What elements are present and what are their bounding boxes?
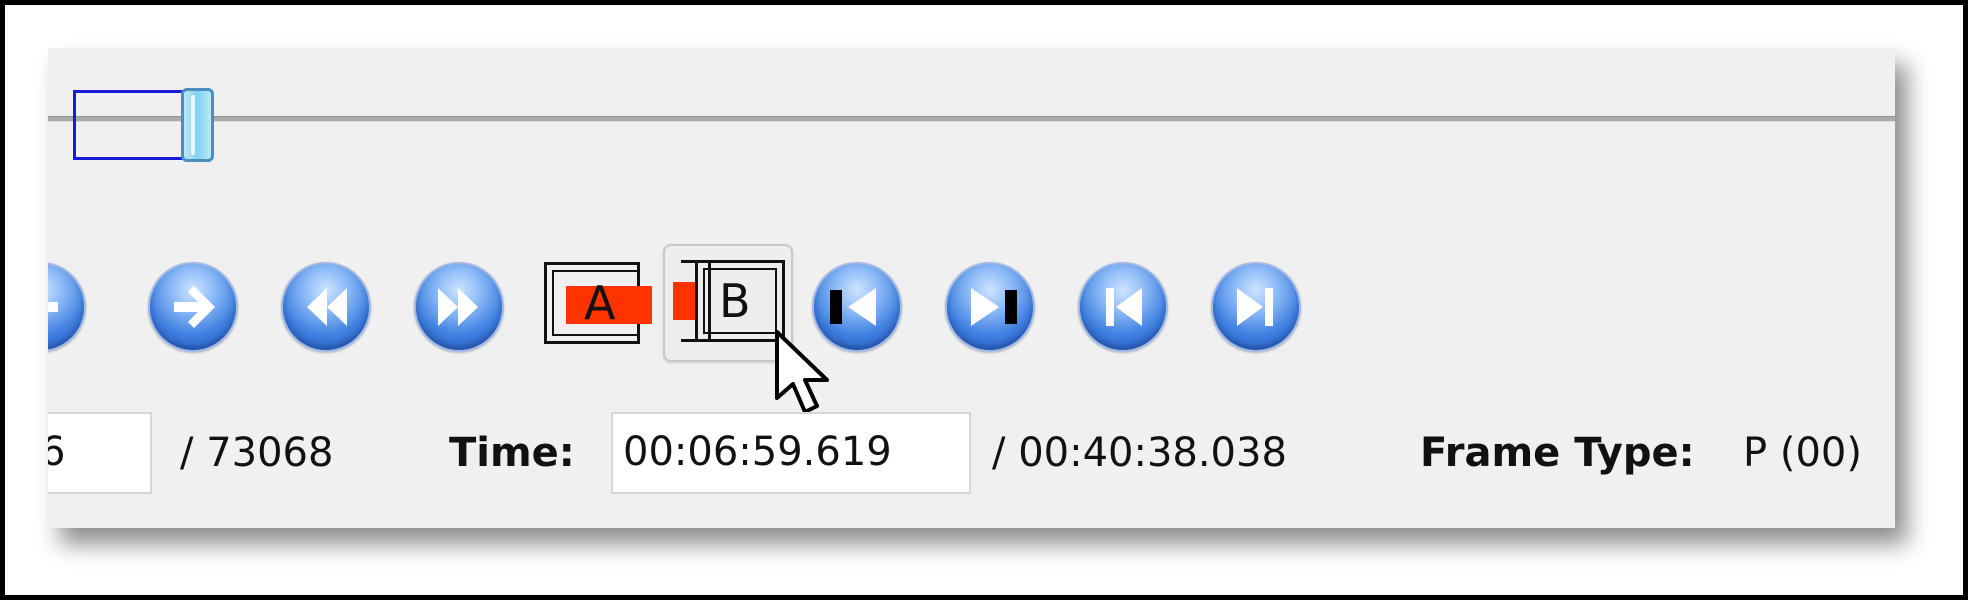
seek-slider-track[interactable] <box>48 116 1895 122</box>
mouse-cursor-icon <box>775 330 829 414</box>
next-frame-button[interactable] <box>148 262 238 352</box>
arrow-right-icon <box>174 286 215 328</box>
previous-frame-button[interactable] <box>48 262 86 352</box>
rewind-icon <box>307 288 347 326</box>
rewind-button[interactable] <box>281 262 371 352</box>
marker-a-label: A <box>584 276 616 330</box>
time-label: Time: <box>449 430 575 476</box>
next-keyframe-icon <box>1237 288 1273 326</box>
goto-end-marker-icon <box>971 288 1017 326</box>
marker-b-label: B <box>719 274 751 328</box>
seek-slider-thumb[interactable] <box>181 88 214 162</box>
navigation-panel: A B 6 / 73068 Time: 00:06:59.619 / 00:40… <box>48 48 1895 528</box>
goto-marker-b-button[interactable] <box>945 262 1035 352</box>
fast-forward-button[interactable] <box>414 262 504 352</box>
time-total: / 00:40:38.038 <box>992 430 1287 476</box>
arrow-left-icon <box>48 302 58 312</box>
time-value: 00:06:59.619 <box>623 429 892 475</box>
next-keyframe-button[interactable] <box>1211 262 1301 352</box>
frame-number-value: 6 <box>48 429 66 475</box>
screenshot-frame: A B 6 / 73068 Time: 00:06:59.619 / 00:40… <box>0 0 1968 600</box>
frame-number-field[interactable]: 6 <box>48 412 152 494</box>
time-field[interactable]: 00:06:59.619 <box>611 412 971 494</box>
previous-keyframe-button[interactable] <box>1078 262 1168 352</box>
previous-keyframe-icon <box>1106 288 1142 326</box>
selection-range <box>73 90 186 160</box>
frame-total: / 73068 <box>180 430 334 476</box>
frame-type-value: P (00) <box>1743 430 1862 476</box>
set-marker-a-button[interactable]: A <box>544 262 652 344</box>
frame-type-label: Frame Type: <box>1420 430 1695 476</box>
fast-forward-icon <box>438 288 478 326</box>
